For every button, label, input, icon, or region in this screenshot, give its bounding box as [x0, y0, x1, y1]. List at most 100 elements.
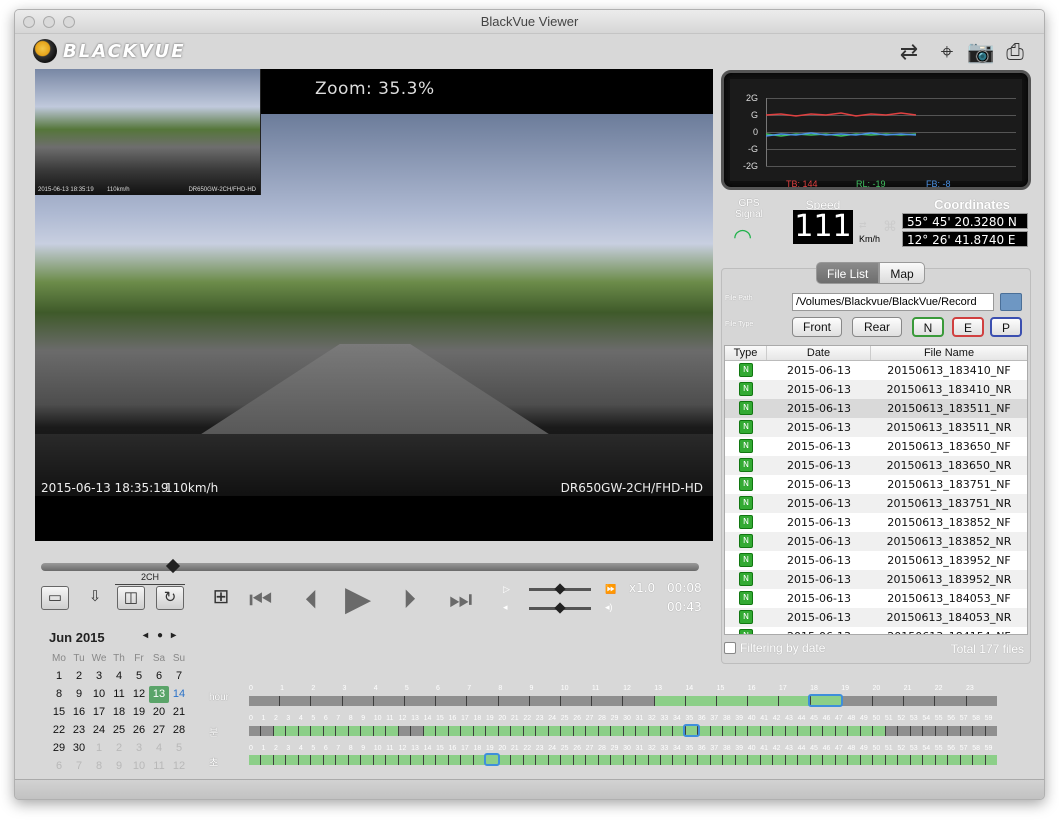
calendar-day[interactable]: 5 — [169, 740, 189, 757]
calendar-day[interactable]: 17 — [89, 704, 109, 721]
calendar-day[interactable]: 6 — [149, 668, 169, 685]
timeline-segment[interactable] — [735, 726, 748, 736]
timeline-segment[interactable] — [623, 755, 636, 765]
calendar-day[interactable]: 18 — [109, 704, 129, 721]
timeline-segment[interactable] — [898, 755, 910, 765]
timeline-segment[interactable] — [923, 726, 935, 736]
file-list-row[interactable]: N 2015-06-13 20150613_183410_NR — [725, 380, 1027, 399]
timeline-segment[interactable] — [561, 696, 592, 706]
file-list-row[interactable]: N 2015-06-13 20150613_183952_NF — [725, 551, 1027, 570]
minute-timeline[interactable] — [249, 726, 998, 736]
timeline-segment[interactable] — [342, 696, 373, 706]
timeline-segment[interactable] — [548, 755, 561, 765]
timeline-segment[interactable] — [904, 696, 935, 706]
parking-filter-button[interactable]: P — [990, 317, 1022, 337]
timeline-segment[interactable] — [523, 755, 536, 765]
timeline-segment[interactable] — [973, 726, 985, 736]
calendar-day[interactable]: 9 — [109, 758, 129, 775]
timeline-segment[interactable] — [473, 726, 486, 736]
calendar-day[interactable]: 1 — [49, 668, 69, 685]
calendar-day[interactable]: 21 — [169, 704, 189, 721]
timeline-segment[interactable] — [573, 755, 586, 765]
pip-toggle-button[interactable]: ◫ — [117, 586, 145, 610]
file-list-row[interactable]: N 2015-06-13 20150613_183852_NR — [725, 532, 1027, 551]
timeline-segment[interactable] — [586, 726, 598, 736]
file-list-row[interactable]: N 2015-06-13 20150613_183751_NR — [725, 494, 1027, 513]
timeline-segment[interactable] — [336, 726, 348, 736]
timeline-segment[interactable] — [261, 726, 273, 736]
timeline-segment[interactable] — [323, 726, 336, 736]
timeline-segment[interactable] — [935, 755, 948, 765]
calendar-day[interactable]: 10 — [129, 758, 149, 775]
timeline-segment[interactable] — [648, 755, 660, 765]
camera-icon[interactable]: 📷 — [967, 40, 995, 64]
timeline-segment[interactable] — [298, 755, 311, 765]
tab-file-list[interactable]: File List — [816, 262, 880, 284]
timeline-segment[interactable] — [486, 726, 498, 736]
timeline-segment[interactable] — [873, 696, 904, 706]
timeline-segment[interactable] — [660, 755, 673, 765]
timeline-segment[interactable] — [848, 755, 860, 765]
timeline-segment[interactable] — [848, 726, 860, 736]
timeline-segment[interactable] — [785, 726, 798, 736]
calendar-day[interactable]: 15 — [49, 704, 69, 721]
minimize-window-button[interactable] — [43, 16, 55, 28]
timeline-segment[interactable] — [511, 726, 523, 736]
timeline-segment[interactable] — [935, 696, 966, 706]
calendar-day[interactable]: 2 — [69, 668, 89, 685]
timeline-segment[interactable] — [529, 696, 561, 706]
timeline-segment[interactable] — [498, 726, 511, 736]
timeline-segment[interactable] — [798, 726, 810, 736]
timeline-segment[interactable] — [536, 726, 548, 736]
timeline-segment[interactable] — [592, 696, 623, 706]
timeline-segment[interactable] — [498, 755, 511, 765]
second-timeline[interactable] — [249, 755, 998, 765]
file-list-row[interactable]: N 2015-06-13 20150613_183952_NR — [725, 570, 1027, 589]
timeline-segment[interactable] — [748, 726, 760, 736]
calendar-day[interactable]: 20 — [149, 704, 169, 721]
calendar-day[interactable]: 3 — [89, 668, 109, 685]
timeline-segment[interactable] — [361, 755, 373, 765]
calendar-day[interactable]: 8 — [49, 686, 69, 703]
column-file-name[interactable]: File Name — [871, 346, 1027, 360]
timeline-segment[interactable] — [511, 755, 523, 765]
column-date[interactable]: Date — [767, 346, 871, 360]
timeline-segment[interactable] — [960, 726, 973, 736]
timeline-segment[interactable] — [423, 726, 436, 736]
calendar-day[interactable]: 11 — [109, 686, 129, 703]
timeline-segment[interactable] — [498, 696, 529, 706]
timeline-segment[interactable] — [779, 696, 810, 706]
timeline-segment[interactable] — [748, 696, 779, 706]
calendar-day[interactable]: 4 — [109, 668, 129, 685]
timeline-segment[interactable] — [436, 755, 448, 765]
timeline-segment[interactable] — [311, 726, 323, 736]
timeline-segment[interactable] — [948, 726, 960, 736]
timeline-segment[interactable] — [280, 696, 311, 706]
file-list-row[interactable]: N 2015-06-13 20150613_184053_NR — [725, 608, 1027, 627]
timeline-segment[interactable] — [423, 755, 436, 765]
volume-slider-knob[interactable] — [554, 602, 566, 614]
download-button[interactable]: ⇩ — [81, 586, 109, 610]
normal-filter-button[interactable]: N — [912, 317, 944, 337]
timeline-segment[interactable] — [448, 755, 461, 765]
event-filter-button[interactable]: E — [952, 317, 984, 337]
file-list-row[interactable]: N 2015-06-13 20150613_183410_NF — [725, 361, 1027, 380]
next-month-icon[interactable]: ▸ — [171, 630, 176, 641]
timeline-segment[interactable] — [298, 726, 311, 736]
calendar-day[interactable]: 10 — [89, 686, 109, 703]
timeline-segment[interactable] — [436, 696, 467, 706]
timeline-segment[interactable] — [286, 726, 298, 736]
timeline-segment[interactable] — [398, 726, 411, 736]
timeline-segment[interactable] — [598, 755, 611, 765]
prev-month-icon[interactable]: ◂ — [143, 630, 148, 641]
timeline-segment[interactable] — [948, 755, 960, 765]
timeline-segment[interactable] — [985, 755, 998, 765]
fullscreen-icon[interactable]: ⊞ — [207, 586, 235, 610]
timeline-segment[interactable] — [923, 755, 935, 765]
timeline-segment[interactable] — [873, 755, 885, 765]
timeline-segment[interactable] — [548, 726, 561, 736]
timeline-segment[interactable] — [336, 755, 348, 765]
timeline-segment[interactable] — [710, 726, 723, 736]
calendar-day[interactable]: 29 — [49, 740, 69, 757]
timeline-segment[interactable] — [685, 755, 698, 765]
